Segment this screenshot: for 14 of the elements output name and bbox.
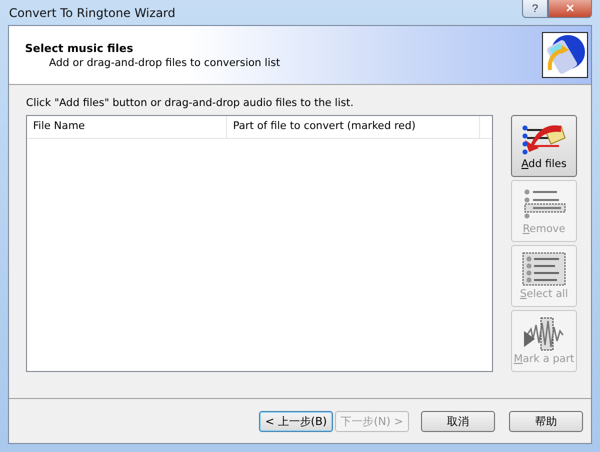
phone-globe-icon: [542, 32, 588, 78]
column-header[interactable]: Part of file to convert (marked red): [227, 116, 480, 138]
add-button[interactable]: Add files: [511, 115, 577, 177]
step-title: Select music files: [25, 42, 134, 54]
window-title: Convert To Ringtone Wizard: [8, 6, 176, 20]
column-header[interactable]: File Name: [27, 116, 227, 138]
help-button[interactable]: 帮助: [509, 410, 583, 432]
cancel-button[interactable]: 取消: [421, 410, 495, 432]
instruction-text: Click "Add files" button or drag-and-drop audio files to the list.: [26, 97, 355, 109]
back-button[interactable]: < 上一步(B): [259, 410, 333, 432]
select-list-icon: [521, 252, 567, 286]
step-subtitle: Add or drag-and-drop files to conversion list: [48, 56, 280, 68]
file-list[interactable]: File Name Part of file to convert (marked red): [26, 115, 493, 372]
help-button[interactable]: ?: [522, 0, 548, 18]
